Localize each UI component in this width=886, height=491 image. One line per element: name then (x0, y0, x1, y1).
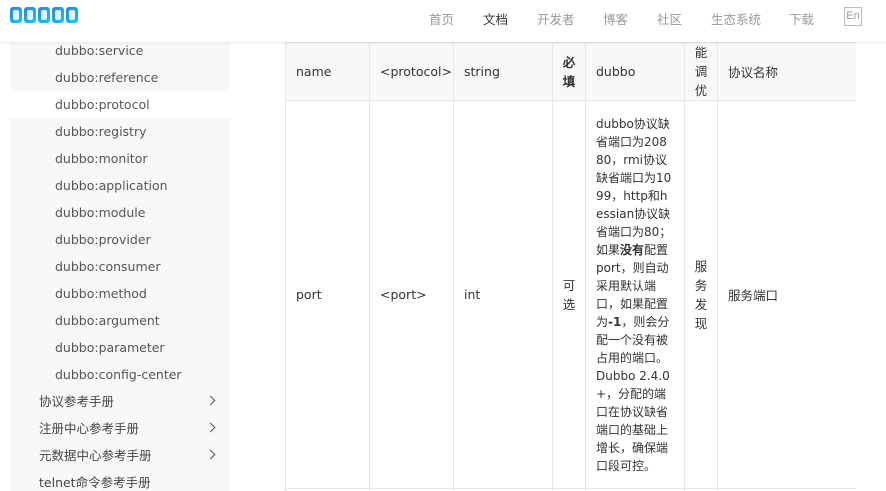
cell-text: 可选 (562, 277, 576, 312)
table-row: port <port> int 可选 dubbo协议缺省端口为20880，rmi… (285, 100, 856, 489)
nav-developers[interactable]: 开发者 (537, 9, 575, 28)
cell-text: 能调优 (694, 45, 708, 98)
sidebar-item-dubbo-provider[interactable]: dubbo:provider (10, 226, 230, 253)
sidebar-item-dubbo-reference[interactable]: dubbo:reference (10, 64, 230, 91)
table-cell: dubbo (585, 42, 685, 101)
chevron-right-icon (205, 449, 216, 460)
sidebar-group-label: 元数据中心参考手册 (39, 448, 152, 463)
table-cell: dubbo协议缺省端口为20880，rmi协议缺省端口为1099，http和he… (585, 100, 685, 489)
sidebar-group-protocol-ref[interactable]: 协议参考手册 (10, 388, 230, 415)
sidebar-item-dubbo-module[interactable]: dubbo:module (10, 199, 230, 226)
sidebar-item-dubbo-argument[interactable]: dubbo:argument (10, 307, 230, 334)
table-cell: <protocol> (369, 42, 454, 101)
desc-text: dubbo协议缺省端口为20880，rmi协议缺省端口为1099，http和he… (596, 116, 672, 257)
table-cell: 可选 (552, 100, 586, 489)
sidebar-item-dubbo-parameter[interactable]: dubbo:parameter (10, 334, 230, 361)
sidebar-item-dubbo-service[interactable]: dubbo:service (10, 42, 230, 64)
table-cell: 服务端口 (717, 100, 856, 489)
cell-text: 服务发现 (694, 258, 708, 331)
nav-ecosystem[interactable]: 生态系统 (711, 9, 761, 28)
sidebar-item-dubbo-monitor[interactable]: dubbo:monitor (10, 145, 230, 172)
table-cell: name (285, 42, 370, 101)
sidebar-group-metadata-ref[interactable]: 元数据中心参考手册 (10, 442, 230, 469)
desc-bold: 没有 (620, 242, 645, 257)
table-cell: port (285, 100, 370, 489)
table-cell: 必填 (552, 42, 586, 101)
nav-download[interactable]: 下载 (789, 9, 814, 28)
sidebar-group-label: 注册中心参考手册 (39, 421, 140, 436)
language-switch-button[interactable]: En (844, 7, 862, 26)
table-cell: 服务发现 (684, 100, 718, 489)
cell-text: 必填 (562, 54, 576, 89)
sidebar-item-dubbo-config-center[interactable]: dubbo:config-center (10, 361, 230, 388)
sidebar-item-dubbo-protocol[interactable]: dubbo:protocol (10, 91, 230, 118)
desc-bold: -1 (608, 314, 622, 329)
chevron-right-icon (205, 422, 216, 433)
table-cell: 协议名称 (717, 42, 856, 101)
sidebar-group-telnet-ref[interactable]: telnet命令参考手册 (10, 469, 230, 491)
top-header: 首页 文档 开发者 博客 社区 生态系统 下载 En (0, 0, 886, 42)
sidebar-item-dubbo-consumer[interactable]: dubbo:consumer (10, 253, 230, 280)
table-row: name <protocol> string 必填 dubbo 能调优 协议名称 (285, 42, 856, 101)
desc-text: ，则会分配一个没有被占用的端口。Dubbo 2.4.0+，分配的端口在协议缺省端… (596, 314, 670, 473)
sidebar-group-registry-ref[interactable]: 注册中心参考手册 (10, 415, 230, 442)
chevron-right-icon (205, 395, 216, 406)
sidebar-item-dubbo-method[interactable]: dubbo:method (10, 280, 230, 307)
table-cell: 能调优 (684, 42, 718, 101)
sidebar-item-dubbo-application[interactable]: dubbo:application (10, 172, 230, 199)
sidebar: dubbo:service dubbo:reference dubbo:prot… (10, 42, 230, 491)
nav-blog[interactable]: 博客 (603, 9, 628, 28)
table-cell: string (453, 42, 553, 101)
table-cell: int (453, 100, 553, 489)
nav-docs[interactable]: 文档 (483, 9, 508, 28)
sidebar-group-label: 协议参考手册 (39, 394, 115, 409)
attribute-table: name <protocol> string 必填 dubbo 能调优 协议名称… (285, 42, 856, 491)
nav-home[interactable]: 首页 (429, 9, 454, 28)
main-nav: 首页 文档 开发者 博客 社区 生态系统 下载 En (0, 0, 886, 34)
sidebar-group-label: telnet命令参考手册 (39, 475, 151, 490)
attribute-table-container: name <protocol> string 必填 dubbo 能调优 协议名称… (285, 42, 856, 491)
nav-community[interactable]: 社区 (657, 9, 682, 28)
table-cell: <port> (369, 100, 454, 489)
default-description: dubbo协议缺省端口为20880，rmi协议缺省端口为1099，http和he… (596, 115, 674, 475)
sidebar-item-dubbo-registry[interactable]: dubbo:registry (10, 118, 230, 145)
